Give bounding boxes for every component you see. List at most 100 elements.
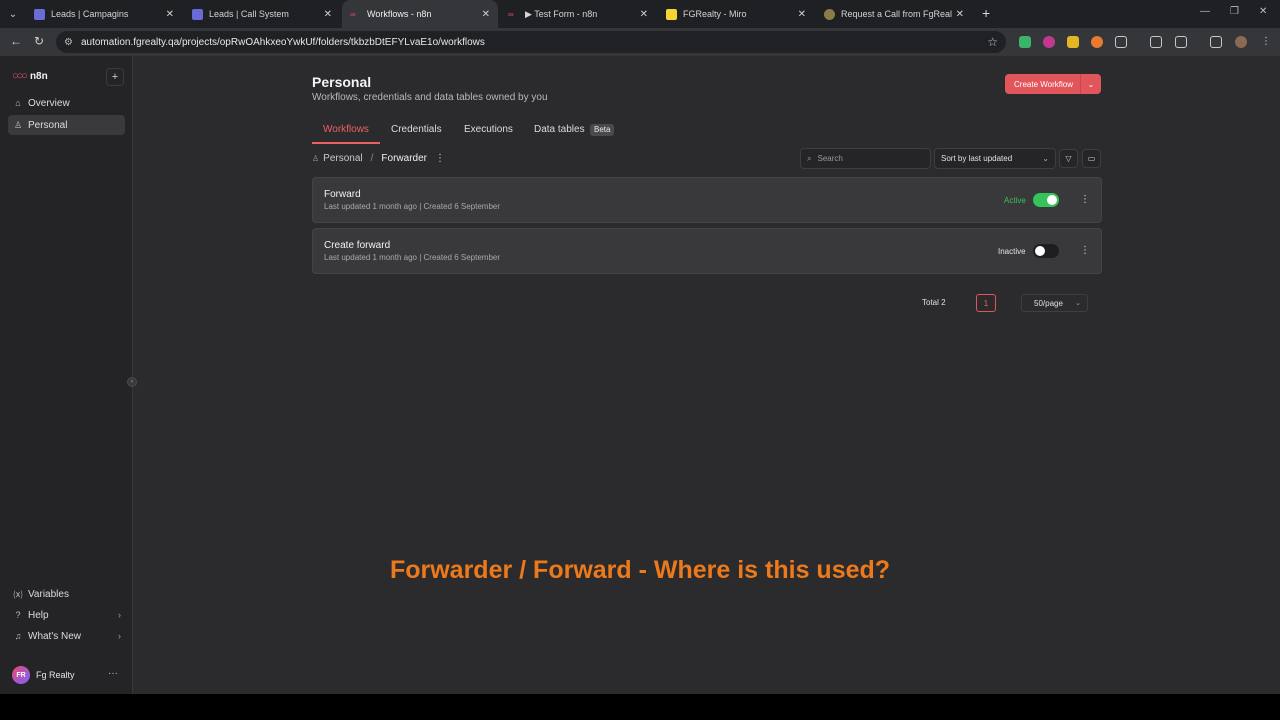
- breadcrumb-current[interactable]: Forwarder: [381, 153, 427, 164]
- more-horizontal-icon[interactable]: ···: [108, 668, 118, 679]
- sidebar-item-label: Personal: [28, 119, 68, 131]
- user-menu[interactable]: FR Fg Realty: [12, 666, 75, 684]
- project-tabs: Workflows Credentials Executions Data ta…: [312, 124, 632, 144]
- chevron-right-icon: ›: [118, 610, 121, 620]
- active-toggle[interactable]: [1033, 193, 1059, 207]
- site-info-icon[interactable]: ⚙: [64, 37, 73, 48]
- n8n-app: ○○○ n8n + ⌂ Overview ♙ Personal ⒳ Variab…: [0, 56, 1280, 694]
- bell-icon: ♫: [14, 631, 22, 641]
- workflow-card[interactable]: Create forward Last updated 1 month ago …: [312, 228, 1102, 274]
- bottom-bar: [0, 694, 1280, 720]
- restore-icon[interactable]: ❐: [1230, 6, 1239, 17]
- browser-toolbar: ← ↻ ⚙ automation.fgrealty.qa/projects/op…: [0, 28, 1280, 56]
- browser-menu-icon[interactable]: ⋮: [1261, 36, 1273, 48]
- search-input[interactable]: ⌕ Search: [800, 148, 931, 169]
- browser-tab[interactable]: FGRealty - Miro ✕: [658, 0, 814, 28]
- breadcrumb-root[interactable]: Personal: [323, 153, 362, 164]
- tab-data-tables[interactable]: Data tables: [534, 124, 585, 135]
- tab-executions[interactable]: Executions: [464, 124, 513, 135]
- reload-icon[interactable]: ↻: [34, 34, 44, 48]
- sidebar-item-help[interactable]: ? Help ›: [8, 605, 125, 625]
- workflow-name[interactable]: Create forward: [324, 240, 390, 251]
- toggle-knob: [1035, 246, 1045, 256]
- sidebar-item-personal[interactable]: ♙ Personal: [8, 115, 125, 135]
- sidebar-item-whats-new[interactable]: ♫ What's New ›: [8, 626, 125, 646]
- filter-icon: ▽: [1065, 154, 1072, 163]
- bookmark-star-icon[interactable]: ☆: [987, 35, 998, 49]
- profile-avatar-icon[interactable]: [1235, 36, 1247, 48]
- workflow-more-icon[interactable]: ⋮: [1080, 245, 1090, 256]
- workflow-name[interactable]: Forward: [324, 189, 361, 200]
- tab-title: Leads | Call System: [209, 9, 289, 19]
- extension-icon[interactable]: [1091, 36, 1103, 48]
- variables-icon: ⒳: [13, 589, 23, 600]
- media-control-icon[interactable]: [1210, 36, 1222, 48]
- tab-workflows[interactable]: Workflows: [323, 124, 369, 135]
- browser-tab-active[interactable]: ∞ Workflows - n8n ✕: [342, 0, 498, 28]
- workflow-more-icon[interactable]: ⋮: [1080, 194, 1090, 205]
- tab-credentials[interactable]: Credentials: [391, 124, 442, 135]
- close-window-icon[interactable]: ✕: [1259, 6, 1267, 17]
- tab-title: Leads | Campagins: [51, 9, 129, 19]
- close-tab-icon[interactable]: ✕: [956, 9, 964, 20]
- miro-favicon-icon: [666, 8, 677, 20]
- browser-tab[interactable]: Leads | Campagins ✕: [26, 0, 182, 28]
- extension-icon[interactable]: [1043, 36, 1055, 48]
- workflow-created: Created 6 September: [423, 253, 501, 262]
- folder-icon: ▭: [1087, 154, 1096, 163]
- sidebar-item-label: Variables: [28, 588, 69, 600]
- extensions-puzzle-icon[interactable]: [1115, 36, 1127, 48]
- beta-badge: Beta: [590, 124, 615, 136]
- extension-bug-icon[interactable]: [1175, 36, 1187, 48]
- page-size-select[interactable]: 50/page ⌄: [1021, 294, 1088, 312]
- browser-tab[interactable]: ∞ ▶ Test Form - n8n ✕: [500, 0, 656, 28]
- main-content: Personal Workflows, credentials and data…: [312, 56, 1102, 694]
- workflow-updated: Last updated 1 month ago: [324, 202, 417, 211]
- page-title: Personal: [312, 74, 372, 90]
- help-icon: ?: [15, 610, 21, 620]
- sidebar-item-overview[interactable]: ⌂ Overview: [8, 93, 125, 113]
- close-tab-icon[interactable]: ✕: [482, 9, 490, 20]
- pagination-page-button[interactable]: 1: [976, 294, 996, 312]
- sidebar-item-label: What's New: [28, 630, 82, 642]
- close-tab-icon[interactable]: ✕: [798, 9, 806, 20]
- tab-title: ▶ Test Form - n8n: [525, 8, 598, 19]
- search-placeholder: Search: [817, 154, 843, 163]
- browser-tab[interactable]: Request a Call from FgRealty A ✕: [816, 0, 972, 28]
- create-workflow-button[interactable]: Create Workflow ⌄: [1005, 74, 1101, 94]
- breadcrumb: ♙ Personal / Forwarder ⋮: [312, 153, 445, 164]
- extension-icon[interactable]: [1067, 36, 1079, 48]
- page-size-value: 50/page: [1034, 298, 1063, 308]
- close-tab-icon[interactable]: ✕: [166, 9, 174, 20]
- close-tab-icon[interactable]: ✕: [640, 9, 648, 20]
- minimize-icon[interactable]: —: [1200, 6, 1210, 17]
- new-folder-button[interactable]: ▭: [1082, 149, 1101, 168]
- add-button[interactable]: +: [106, 68, 124, 86]
- extension-shield-icon[interactable]: [1019, 36, 1031, 48]
- browser-tab[interactable]: Leads | Call System ✕: [184, 0, 340, 28]
- site-favicon-icon: [192, 8, 203, 20]
- translate-icon[interactable]: [1150, 36, 1162, 48]
- page-subtitle: Workflows, credentials and data tables o…: [312, 92, 548, 103]
- tab-search-icon[interactable]: ⌄: [4, 5, 22, 23]
- sidebar-item-label: Help: [28, 609, 49, 621]
- workflow-meta: Last updated 1 month ago | Created 6 Sep…: [324, 253, 500, 262]
- sidebar-item-variables[interactable]: ⒳ Variables: [8, 584, 125, 604]
- tab-title: Workflows - n8n: [367, 9, 432, 19]
- new-tab-icon[interactable]: +: [982, 6, 990, 20]
- n8n-logo[interactable]: ○○○ n8n: [12, 70, 48, 82]
- filter-button[interactable]: ▽: [1059, 149, 1078, 168]
- chevron-down-icon[interactable]: ⌄: [1081, 80, 1101, 89]
- address-bar[interactable]: ⚙ automation.fgrealty.qa/projects/opRwOA…: [56, 31, 1006, 53]
- close-tab-icon[interactable]: ✕: [324, 9, 332, 20]
- active-toggle[interactable]: [1033, 244, 1059, 258]
- sort-select[interactable]: Sort by last updated ⌄: [934, 148, 1056, 169]
- user-name: Fg Realty: [36, 670, 75, 680]
- create-workflow-label: Create Workflow: [1014, 79, 1073, 89]
- workflow-card[interactable]: Forward Last updated 1 month ago | Creat…: [312, 177, 1102, 223]
- back-arrow-icon[interactable]: ←: [10, 34, 22, 48]
- video-caption: Forwarder / Forward - Where is this used…: [389, 556, 891, 584]
- n8n-logo-icon: ○○○: [12, 70, 28, 82]
- collapse-sidebar-icon[interactable]: ‹: [127, 377, 137, 387]
- folder-menu-icon[interactable]: ⋮: [435, 153, 445, 164]
